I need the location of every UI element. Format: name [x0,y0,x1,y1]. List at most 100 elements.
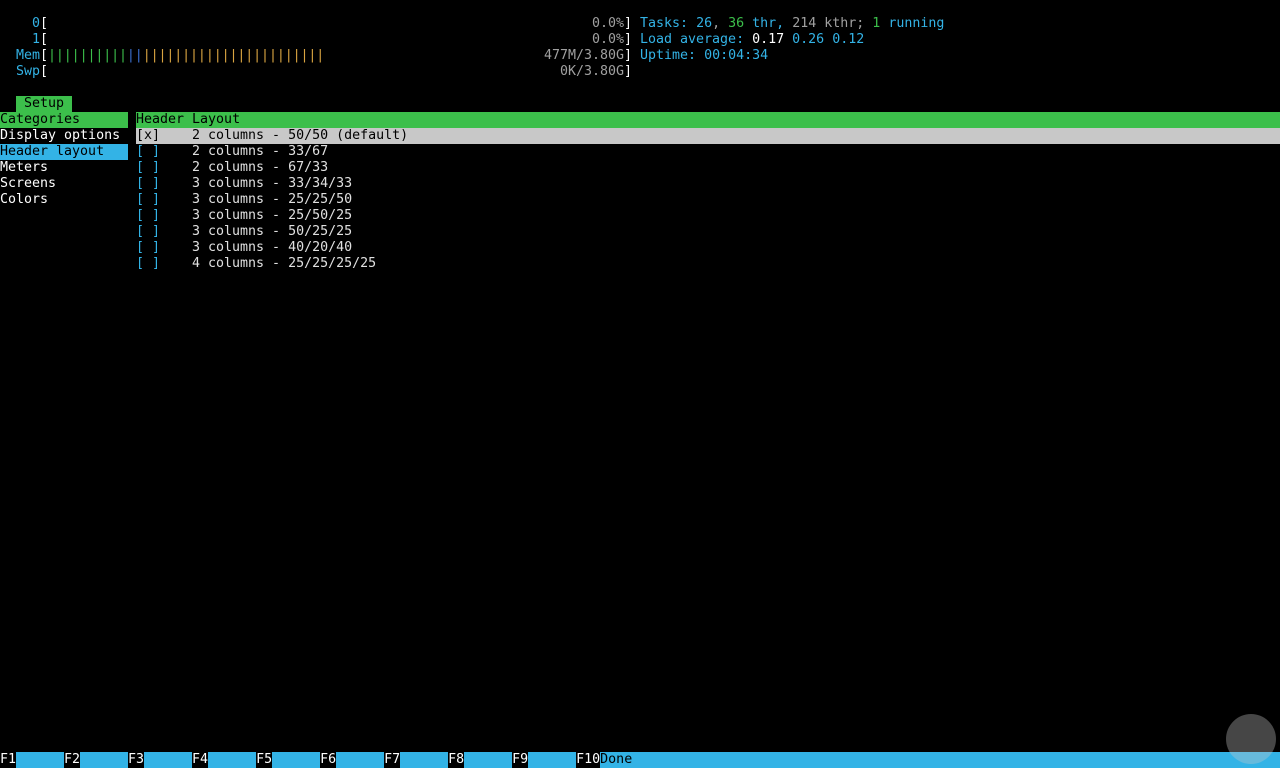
mem-bar-segment: | [111,48,120,63]
swp-bracket-close: ] [624,64,633,79]
function-key-f2[interactable]: F2 [64,752,81,768]
layout-option-checkbox[interactable]: [ ] [136,192,184,208]
layout-option[interactable]: [ ] 3 columns - 40/20/40 [136,240,1280,256]
mem-bar-segment: | [103,48,112,63]
mem-bar-segment: | [308,48,317,63]
layout-option[interactable]: [ ] 4 columns - 25/25/25/25 [136,256,1280,272]
mem-bar-segment: | [213,48,222,63]
mem-usage-bar: | | | | | | | | | | | | | | | | | | | | | | | | | | | | | | | | | | | [48,48,324,64]
mem-bar-segment: | [190,48,199,63]
cpu1-value: 0.0% [591,32,624,47]
load1: 0.17 [752,32,785,47]
category-item[interactable]: Header layout [0,144,128,160]
uptime-line: Uptime: 00:04:34 [640,48,768,64]
cpu1-bracket-open: [ [40,32,49,47]
layout-option[interactable]: [ ] 3 columns - 25/25/50 [136,192,1280,208]
running-count: 1 [872,16,881,31]
layout-option-label: 2 columns - 33/67 [192,144,329,159]
mem-bracket-open: [ [40,48,49,63]
layout-option-checkbox[interactable]: [ ] [136,240,184,256]
thr-count: 36 [728,16,745,31]
load-line: Load average: 0.17 0.26 0.12 [640,32,864,48]
layout-option[interactable]: [x] 2 columns - 50/50 (default) [136,128,1280,144]
mem-bar-segment: | [229,48,238,63]
mem-bar-segment: | [55,48,64,63]
function-key-f10[interactable]: F10 [576,752,601,768]
cpu0-bracket-close: ] [624,16,633,31]
uptime-label: Uptime: [640,48,697,63]
function-key-f1[interactable]: F1 [0,752,17,768]
function-key-f5[interactable]: F5 [256,752,273,768]
function-key-f9[interactable]: F9 [512,752,529,768]
mem-bar-segment: | [95,48,104,63]
layout-option-label: 2 columns - 67/33 [192,160,329,175]
function-key-label[interactable] [144,752,193,768]
layout-option[interactable]: [ ] 2 columns - 67/33 [136,160,1280,176]
mem-bar-segment: | [79,48,88,63]
layout-option[interactable]: [ ] 3 columns - 50/25/25 [136,224,1280,240]
function-key-label[interactable] [272,752,321,768]
mem-bar-segment: | [316,48,325,63]
function-key-f7[interactable]: F7 [384,752,401,768]
tab-setup[interactable]: Setup [16,96,72,112]
function-key-f4[interactable]: F4 [192,752,209,768]
swp-bracket-open: [ [40,64,49,79]
layout-option[interactable]: [ ] 2 columns - 33/67 [136,144,1280,160]
mem-bar-segment: | [197,48,206,63]
category-item[interactable]: Meters [0,160,128,176]
mem-bar-segment: | [87,48,96,63]
layout-option-checkbox[interactable]: [ ] [136,160,184,176]
layout-option-label: 3 columns - 25/50/25 [192,208,353,223]
tasks-line: Tasks: 26, 36 thr, 214 kthr; 1 running [640,16,944,32]
mem-bar-segment: | [182,48,191,63]
layout-option-checkbox[interactable]: [x] [136,128,184,144]
mem-bracket-close: ] [624,48,633,63]
mem-bar-segment: | [63,48,72,63]
mem-bar-segment: | [245,48,254,63]
header-layout-header: Header Layout [136,112,1280,128]
layout-option-checkbox[interactable]: [ ] [136,176,184,192]
function-key-label[interactable] [464,752,513,768]
layout-option-checkbox[interactable]: [ ] [136,256,184,272]
mem-bar-segment: | [253,48,262,63]
function-key-f3[interactable]: F3 [128,752,145,768]
layout-option[interactable]: [ ] 3 columns - 25/50/25 [136,208,1280,224]
category-item[interactable]: Colors [0,192,128,208]
mem-bar-segment: | [48,48,57,63]
function-key-label[interactable]: Done [600,752,1280,768]
mem-bar-segment: | [205,48,214,63]
function-key-label[interactable] [208,752,257,768]
mem-bar-segment: | [150,48,159,63]
mem-label: Mem [15,48,40,63]
cpu1-label: 1 [31,32,40,47]
layout-option-label: 3 columns - 33/34/33 [192,176,353,191]
function-key-label[interactable] [400,752,449,768]
mem-bar-segment: | [221,48,230,63]
kthr-count: 214 [792,16,817,31]
mem-bar-segment: | [276,48,285,63]
function-key-label[interactable] [336,752,385,768]
categories-header: Categories [0,112,128,128]
mem-bar-segment: | [119,48,128,63]
thr-label: thr, [752,16,785,31]
layout-option-label: 2 columns - 50/50 (default) [192,128,409,143]
layout-option-checkbox[interactable]: [ ] [136,208,184,224]
layout-option-label: 3 columns - 25/25/50 [192,192,353,207]
layout-option-checkbox[interactable]: [ ] [136,224,184,240]
mem-bar-segment: | [284,48,293,63]
function-key-f6[interactable]: F6 [320,752,337,768]
function-key-label[interactable] [528,752,577,768]
category-item[interactable]: Display options [0,128,128,144]
layout-option[interactable]: [ ] 3 columns - 33/34/33 [136,176,1280,192]
function-key-label[interactable] [80,752,129,768]
swp-value: 0K/3.80G [559,64,624,79]
layout-option-checkbox[interactable]: [ ] [136,144,184,160]
function-key-bar: F1 F2 F3 F4 F5 F6 F7 F8 F9 F10 Done [0,752,1280,768]
load-label: Load average: [640,32,745,47]
layout-option-label: 3 columns - 50/25/25 [192,224,353,239]
category-item[interactable]: Screens [0,176,128,192]
function-key-label[interactable] [16,752,65,768]
layout-option-label: 3 columns - 40/20/40 [192,240,353,255]
mem-bar-segment: | [268,48,277,63]
function-key-f8[interactable]: F8 [448,752,465,768]
